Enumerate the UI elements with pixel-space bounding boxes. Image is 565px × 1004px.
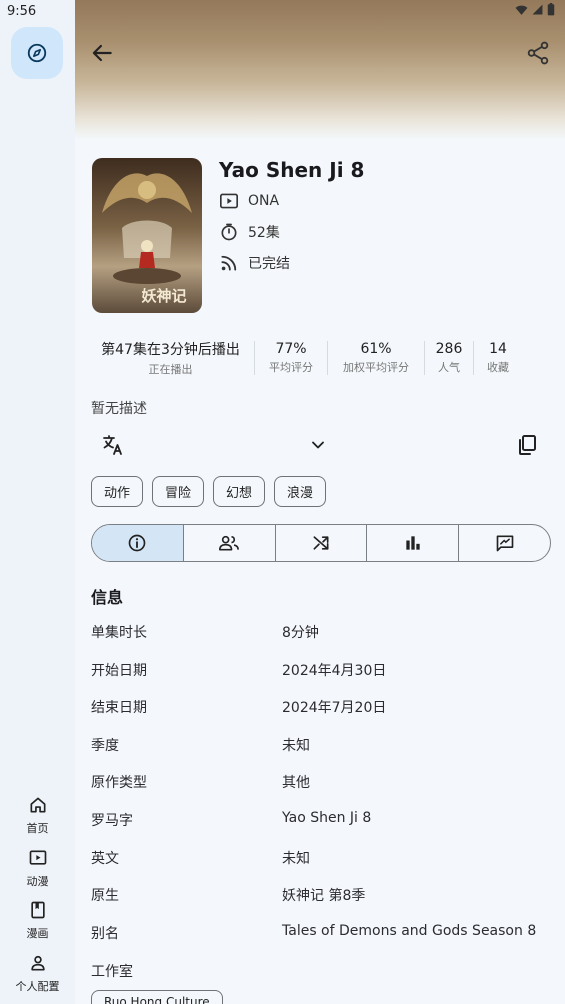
info-key: 别名 — [91, 926, 119, 942]
genre-chip[interactable]: 冒险 — [152, 476, 205, 507]
description-text: 暂无描述 — [91, 401, 147, 417]
person-icon — [30, 955, 45, 971]
compass-icon — [27, 43, 47, 63]
info-key: 罗马字 — [91, 813, 133, 829]
stat-popularity-value: 286 — [435, 341, 463, 357]
status-text: 已完结 — [248, 256, 290, 272]
info-key: 原作类型 — [91, 775, 147, 791]
stat-favourites: 14 收藏 — [474, 341, 522, 375]
info-key: 开始日期 — [91, 663, 147, 679]
status-time: 9:56 — [7, 4, 37, 19]
genre-chip[interactable]: 动作 — [91, 476, 144, 507]
stats-bar: 第47集在3分钟后播出 正在播出 77% 平均评分 61% 加权平均评分 286… — [87, 338, 557, 378]
battery-icon — [547, 3, 555, 16]
translate-icon[interactable] — [101, 433, 125, 457]
info-value: 未知 — [282, 738, 310, 754]
stat-popularity-label: 人气 — [438, 361, 460, 374]
copy-icon[interactable] — [515, 433, 539, 457]
cover-image[interactable]: 妖神记 — [92, 158, 202, 313]
nav-item-profile[interactable]: 个人配置 — [0, 953, 75, 994]
episodes-text: 52集 — [248, 225, 280, 241]
genre-chip[interactable]: 幻想 — [213, 476, 266, 507]
stat-airing: 第47集在3分钟后播出 正在播出 — [87, 339, 254, 377]
tv-play-icon — [29, 850, 46, 865]
stat-popularity: 286 人气 — [425, 341, 473, 375]
tab-relations[interactable] — [274, 525, 367, 561]
cover-artwork: 妖神记 — [92, 158, 202, 313]
genre-tags: 动作 冒险 幻想 浪漫 — [91, 476, 327, 507]
studio-chip[interactable]: Ruo Hong Culture — [91, 990, 223, 1004]
characters-icon — [219, 535, 240, 551]
chevron-down-icon[interactable] — [308, 435, 328, 455]
nav-item-anime[interactable]: 动漫 — [0, 848, 75, 889]
header-banner — [75, 0, 565, 140]
tab-characters[interactable] — [182, 525, 275, 561]
format-row: ONA — [219, 192, 279, 210]
info-key: 结束日期 — [91, 700, 147, 716]
info-value: 妖神记 第8季 — [282, 888, 366, 904]
nav-label-profile: 个人配置 — [15, 980, 60, 993]
back-arrow-icon[interactable] — [89, 40, 115, 66]
info-key: 原生 — [91, 888, 119, 904]
play-format-icon — [220, 193, 238, 209]
stat-mean-score-label: 平均评分 — [269, 361, 313, 374]
nav-label-anime: 动漫 — [26, 875, 49, 888]
stats-icon — [406, 536, 420, 550]
navigation-rail: 9:56 首页 动漫 漫画 个人配置 — [0, 0, 75, 1004]
info-value: 未知 — [282, 851, 310, 867]
cover-title-text: 妖神记 — [141, 287, 186, 305]
description-tools — [91, 430, 551, 460]
info-value: 其他 — [282, 775, 310, 791]
stat-favourites-value: 14 — [489, 341, 507, 357]
nav-label-manga: 漫画 — [26, 927, 49, 940]
info-key: 英文 — [91, 851, 119, 867]
info-value: Yao Shen Ji 8 — [282, 810, 372, 826]
share-icon[interactable] — [525, 40, 551, 66]
stat-weighted-score-value: 61% — [360, 341, 392, 357]
reviews-icon — [496, 535, 513, 552]
detail-tabs — [91, 524, 551, 562]
stat-mean-score-value: 77% — [275, 341, 307, 357]
nav-item-manga[interactable]: 漫画 — [0, 900, 75, 941]
signal-icon — [532, 4, 543, 15]
rss-icon — [221, 255, 237, 271]
home-icon — [30, 797, 46, 813]
info-value: 8分钟 — [282, 625, 319, 641]
book-icon — [30, 901, 45, 919]
episodes-row: 52集 — [219, 222, 280, 242]
info-value: Tales of Demons and Gods Season 8 — [282, 923, 537, 939]
relations-icon — [313, 536, 329, 550]
stat-mean-score: 77% 平均评分 — [255, 341, 327, 375]
info-value: 2024年7月20日 — [282, 700, 387, 716]
genre-chip[interactable]: 浪漫 — [274, 476, 327, 507]
tab-info[interactable] — [92, 525, 183, 561]
tab-reviews[interactable] — [458, 525, 550, 561]
timer-icon — [221, 223, 237, 241]
info-icon — [129, 534, 146, 552]
nav-item-home[interactable]: 首页 — [0, 795, 75, 836]
wifi-icon — [515, 5, 528, 15]
tab-stats[interactable] — [366, 525, 458, 561]
stat-weighted-score: 61% 加权平均评分 — [328, 341, 424, 375]
info-key: 单集时长 — [91, 625, 147, 641]
status-row: 已完结 — [219, 253, 290, 273]
info-value: 2024年4月30日 — [282, 663, 387, 679]
stat-weighted-score-label: 加权平均评分 — [343, 361, 409, 374]
info-key: 季度 — [91, 738, 119, 754]
nav-label-home: 首页 — [26, 822, 49, 835]
status-icons — [515, 3, 555, 16]
stat-airing-value: 第47集在3分钟后播出 — [101, 342, 240, 358]
stat-airing-label: 正在播出 — [148, 363, 193, 376]
anime-detail-page: 妖神记 Yao Shen Ji 8 ONA 52集 已完结 第47集在3分钟后播… — [75, 0, 565, 1004]
explore-button[interactable] — [11, 27, 63, 79]
format-text: ONA — [248, 193, 280, 209]
stat-favourites-label: 收藏 — [487, 361, 509, 374]
anime-title: Yao Shen Ji 8 — [219, 158, 365, 182]
info-key: 工作室 — [91, 964, 133, 980]
info-section-title: 信息 — [91, 588, 124, 607]
